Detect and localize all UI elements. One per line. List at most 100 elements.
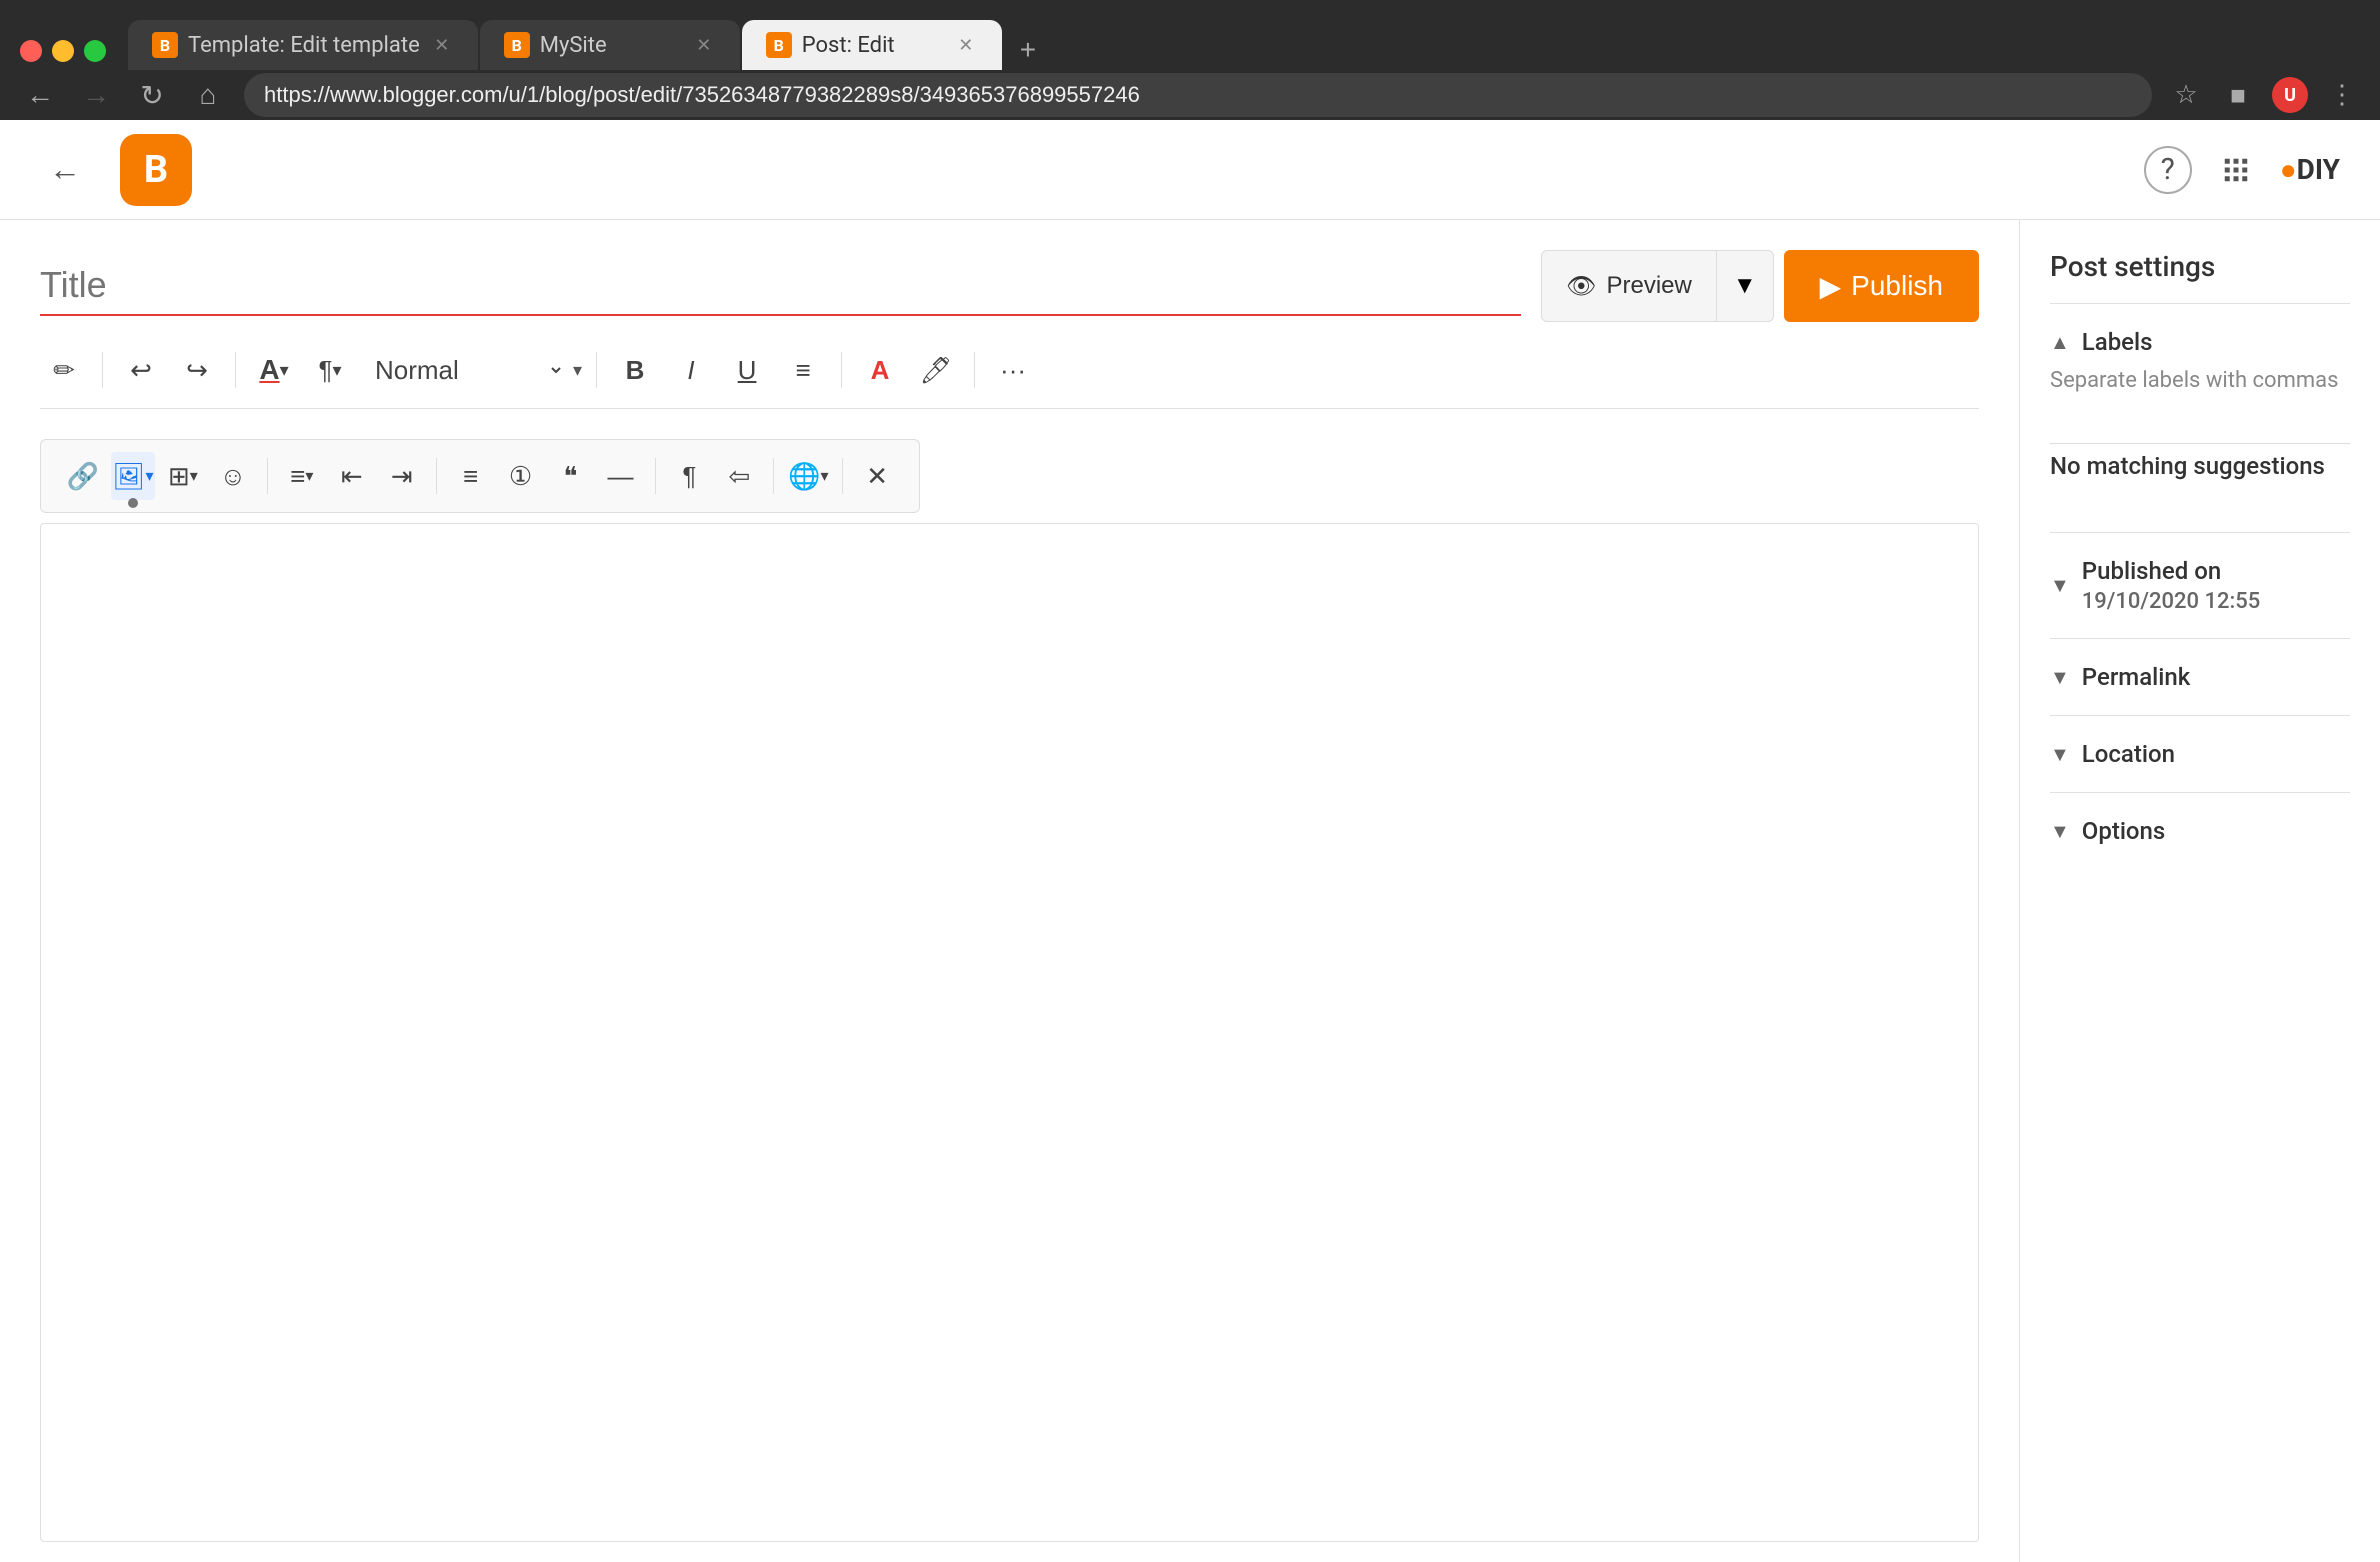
underline-button[interactable]: U xyxy=(723,346,771,394)
align-button[interactable]: ≡ ▾ xyxy=(280,452,324,500)
pencil-tool-button[interactable]: ✏ xyxy=(40,346,88,394)
options-header[interactable]: ▼ Options xyxy=(2050,817,2350,845)
labels-hint: Separate labels with commas xyxy=(2050,356,2350,401)
publish-label: Publish xyxy=(1851,270,1943,302)
formatting-toolbar: ✏ ↩ ↪ A ▾ ¶ ▾ Normal xyxy=(40,332,1979,409)
tab-mysite[interactable]: B MySite ✕ xyxy=(480,20,740,70)
bullet-list-button[interactable]: ≡ xyxy=(449,452,493,500)
post-settings-sidebar: Post settings ▲ Labels Separate labels w… xyxy=(2020,220,2380,1562)
options-label: Options xyxy=(2082,817,2165,845)
bookmark-icon[interactable]: ☆ xyxy=(2168,77,2204,113)
preview-dropdown-button[interactable]: ▼ xyxy=(1717,250,1774,322)
location-section: ▼ Location xyxy=(2050,715,2350,792)
indent-decrease-button[interactable]: ⇤ xyxy=(330,452,374,500)
tab-label-2: MySite xyxy=(540,33,607,58)
rtl-icon: ⇦ xyxy=(728,461,750,492)
separator-3 xyxy=(596,352,597,388)
clear-formatting-button[interactable]: ✕ xyxy=(855,452,899,500)
numbered-list-icon: ① xyxy=(509,461,532,492)
globe-icon: 🌐 xyxy=(788,461,820,492)
indent-increase-button[interactable]: ⇥ xyxy=(380,452,424,500)
format-select[interactable]: Normal Heading 1 Heading 2 Heading 3 Hea… xyxy=(362,346,565,394)
tab-close-1[interactable]: ✕ xyxy=(430,33,454,57)
tab-label-1: Template: Edit template xyxy=(188,33,420,58)
indent-increase-icon: ⇥ xyxy=(391,461,413,492)
table-button[interactable]: ⊞ ▾ xyxy=(161,452,205,500)
quote-button[interactable]: ❝ xyxy=(549,452,593,500)
more-icon: ··· xyxy=(1000,355,1026,386)
strikethrough-button[interactable]: ≡ xyxy=(779,346,827,394)
link-button[interactable]: 🔗 xyxy=(61,452,105,500)
preview-button[interactable]: 👁 Preview xyxy=(1541,250,1717,322)
hr-icon: — xyxy=(608,461,634,492)
chevron-down-para-icon: ▾ xyxy=(332,360,341,381)
labels-section: ▲ Labels Separate labels with commas No … xyxy=(2050,303,2350,532)
separator-9 xyxy=(773,458,774,494)
labels-input[interactable] xyxy=(2050,401,2350,444)
emoji-button[interactable]: ☺ xyxy=(211,452,255,500)
maximize-traffic-light[interactable] xyxy=(84,40,106,62)
user-avatar[interactable]: U xyxy=(2272,77,2308,113)
app-container: ← B ? ●DIY xyxy=(0,120,2380,1562)
location-label: Location xyxy=(2082,740,2175,768)
dropdown-arrow-icon: ▾ xyxy=(573,360,582,381)
tab-close-3[interactable]: ✕ xyxy=(954,33,978,57)
redo-button[interactable]: ↪ xyxy=(173,346,221,394)
permalink-header[interactable]: ▼ Permalink xyxy=(2050,663,2350,691)
italic-button[interactable]: I xyxy=(667,346,715,394)
close-traffic-light[interactable] xyxy=(20,40,42,62)
publish-button[interactable]: ▶ Publish xyxy=(1784,250,1979,322)
refresh-button[interactable]: ↻ xyxy=(132,75,172,115)
bullet-list-icon: ≡ xyxy=(463,461,478,492)
editor-content[interactable] xyxy=(40,523,1979,1542)
chevron-down-small-icon: ▾ xyxy=(280,360,289,381)
rtl-button[interactable]: ⇦ xyxy=(717,452,761,500)
labels-section-content: Separate labels with commas No matching … xyxy=(2050,356,2350,508)
url-input[interactable] xyxy=(244,73,2152,117)
minimize-traffic-light[interactable] xyxy=(52,40,74,62)
tab-post-edit[interactable]: B Post: Edit ✕ xyxy=(742,20,1002,70)
horizontal-rule-button[interactable]: — xyxy=(599,452,643,500)
forward-button[interactable]: → xyxy=(76,75,116,115)
published-on-section: ▼ Published on 19/10/2020 12:55 xyxy=(2050,532,2350,638)
home-button[interactable]: ⌂ xyxy=(188,75,228,115)
paragraph-icon: ¶ xyxy=(318,355,332,386)
image-dropdown-icon: ▾ xyxy=(145,466,153,486)
new-tab-button[interactable]: + xyxy=(1004,34,1052,66)
font-color-icon: A xyxy=(259,354,279,386)
menu-icon[interactable]: ⋮ xyxy=(2324,77,2360,113)
format-paragraph-button[interactable]: ¶ ▾ xyxy=(306,346,354,394)
globe-dropdown-icon: ▾ xyxy=(820,466,828,486)
tab-template-edit[interactable]: B Template: Edit template ✕ xyxy=(128,20,478,70)
app-back-button[interactable]: ← xyxy=(40,145,90,195)
tab-favicon-1: B xyxy=(152,32,178,58)
highlight-button[interactable]: 🖊 xyxy=(912,346,960,394)
image-button[interactable]: 🖼 ▾ xyxy=(111,452,155,500)
font-color-button[interactable]: A ▾ xyxy=(250,346,298,394)
grid-icon[interactable] xyxy=(2212,146,2260,194)
extension-icon[interactable]: ■ xyxy=(2220,77,2256,113)
help-icon[interactable]: ? xyxy=(2144,146,2192,194)
tab-close-2[interactable]: ✕ xyxy=(692,33,716,57)
language-button[interactable]: 🌐 ▾ xyxy=(786,452,830,500)
diy-logo-icon: ●DIY xyxy=(2280,153,2340,186)
numbered-list-button[interactable]: ① xyxy=(499,452,543,500)
separator-5 xyxy=(974,352,975,388)
bold-icon: B xyxy=(626,355,645,386)
published-on-date: 19/10/2020 12:55 xyxy=(2082,589,2260,614)
paragraph-dir-icon: ¶ xyxy=(682,461,696,492)
undo-button[interactable]: ↩ xyxy=(117,346,165,394)
paragraph-dir-button[interactable]: ¶ xyxy=(667,452,711,500)
browser-chrome: B Template: Edit template ✕ B MySite ✕ B… xyxy=(0,0,2380,120)
bold-button[interactable]: B xyxy=(611,346,659,394)
text-color-button[interactable]: A xyxy=(856,346,904,394)
more-options-button[interactable]: ··· xyxy=(989,346,1037,394)
second-toolbar: 🔗 🖼 ▾ ⊞ ▾ ☺ xyxy=(40,439,920,513)
back-button[interactable]: ← xyxy=(20,75,60,115)
editor-layout: 👁 Preview ▼ ▶ Publish ✏ xyxy=(0,220,2380,1562)
location-header[interactable]: ▼ Location xyxy=(2050,740,2350,768)
labels-section-header[interactable]: ▲ Labels xyxy=(2050,328,2350,356)
published-on-header[interactable]: ▼ Published on 19/10/2020 12:55 xyxy=(2050,557,2350,614)
separator-2 xyxy=(235,352,236,388)
title-input[interactable] xyxy=(40,256,1521,316)
